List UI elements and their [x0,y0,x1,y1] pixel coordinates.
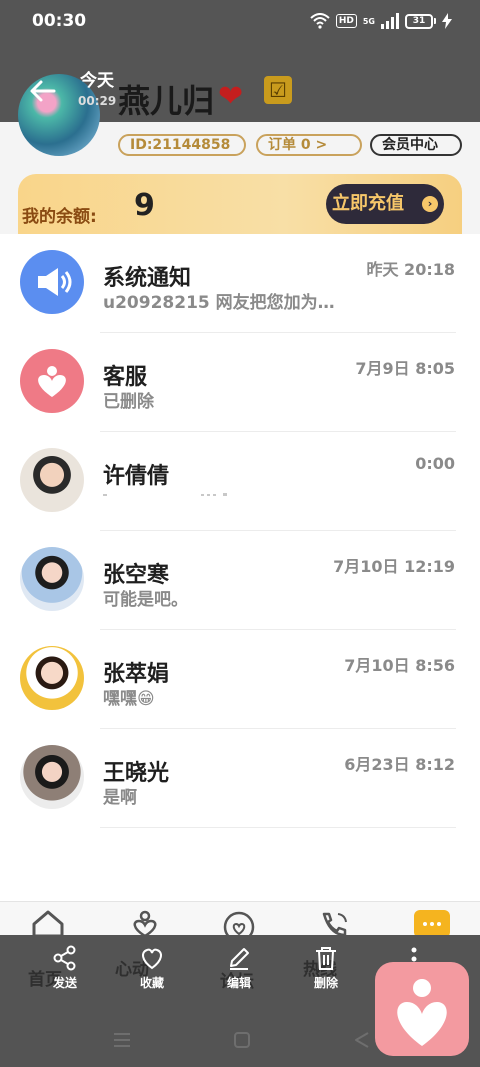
heart-outline-icon [142,948,162,970]
user-id-pill[interactable]: ID:21144858 [118,134,246,156]
chat-tab-icon[interactable] [414,910,450,938]
message-time: 7月9日 8:05 [355,359,455,378]
forum-icon[interactable] [222,910,256,936]
heart-logo-icon [397,979,447,1046]
phone-icon[interactable] [318,910,352,936]
user-avatar [20,547,84,611]
delete-label: 删除 [313,976,338,990]
message-row-system[interactable]: 系统通知 昨天 20:18 u20928215 网友把您加为… [0,234,480,333]
back-nav-icon[interactable] [352,1030,372,1050]
profile-nickname: 燕儿归 [118,82,215,120]
recharge-button-label: 立即充值 [332,193,404,214]
send-button[interactable]: 发送 [35,945,95,991]
message-row-user[interactable]: 许倩倩 0:00 [0,432,480,531]
home-nav-icon[interactable] [232,1030,252,1050]
message-time: 0:00 [415,454,455,473]
member-center-pill[interactable]: 会员中心 [370,134,462,156]
share-icon [53,945,76,971]
garbled-preview-dots [103,493,227,496]
charging-icon [442,13,452,29]
notification-date: 今天 [80,71,114,91]
back-arrow-icon[interactable] [28,76,58,106]
heart-emoji-icon: ❤ [218,79,244,114]
chevron-right-icon: › [422,196,438,212]
favorite-button[interactable]: 收藏 [122,945,182,991]
network-type-label: 5G [362,16,375,26]
orders-pill[interactable]: 订单 0 > [256,134,362,156]
profile-header: 燕儿归 ❤ ☑ 今天 00:29 ID:21144858 订单 0 > 会员中心… [0,42,480,234]
status-bar: 00:30 HD 5G 31 [0,0,480,42]
delete-button[interactable]: 删除 [296,945,356,991]
status-icons: HD 5G 31 [310,11,452,31]
signal-bars-icon [381,13,399,29]
message-list: 系统通知 昨天 20:18 u20928215 网友把您加为… 客服 7月9日 … [0,234,480,901]
message-preview: 嘿嘿😁 [103,689,155,709]
wifi-icon [310,13,330,29]
message-preview: 是啊 [103,788,137,808]
message-time: 6月23日 8:12 [344,755,455,774]
floating-heart-button[interactable] [375,962,469,1056]
user-avatar [20,745,84,809]
notification-time: 00:29 [78,94,117,108]
check-emoji-icon: ☑ [264,76,292,104]
message-preview: 已删除 [103,392,154,412]
favorite-label: 收藏 [139,976,164,990]
message-row-user[interactable]: 张空寒 7月10日 12:19 可能是吧。 [0,531,480,630]
heart-tab-icon[interactable] [128,910,162,936]
message-row-user[interactable]: 张萃娟 7月10日 8:56 嘿嘿😁 [0,630,480,729]
message-preview: 可能是吧。 [103,590,188,610]
megaphone-icon [20,250,84,314]
home-icon[interactable] [31,910,65,936]
hd-badge: HD [335,14,357,28]
recharge-button[interactable]: 立即充值 › [326,184,444,224]
edit-label: 编辑 [226,976,251,990]
message-time: 7月10日 12:19 [333,557,455,576]
user-avatar [20,448,84,512]
send-label: 发送 [52,976,77,990]
message-row-user[interactable]: 王晓光 6月23日 8:12 是啊 [0,729,480,828]
pencil-icon [230,948,249,970]
trash-icon [316,947,336,970]
heart-icon [20,349,84,413]
message-time: 昨天 20:18 [366,260,455,279]
user-avatar [20,646,84,710]
message-preview: u20928215 网友把您加为… [103,293,335,313]
message-time: 7月10日 8:56 [344,656,455,675]
balance-label: 我的余额: [22,207,97,227]
balance-value: 9 [134,188,155,223]
bottom-tab-bar [0,901,480,938]
edit-button[interactable]: 编辑 [209,945,269,991]
message-sender: 许倩倩 [103,464,170,489]
message-row-support[interactable]: 客服 7月9日 8:05 已删除 [0,333,480,432]
recents-icon[interactable] [112,1030,132,1050]
status-time: 00:30 [32,11,87,31]
battery-icon: 31 [405,13,436,29]
